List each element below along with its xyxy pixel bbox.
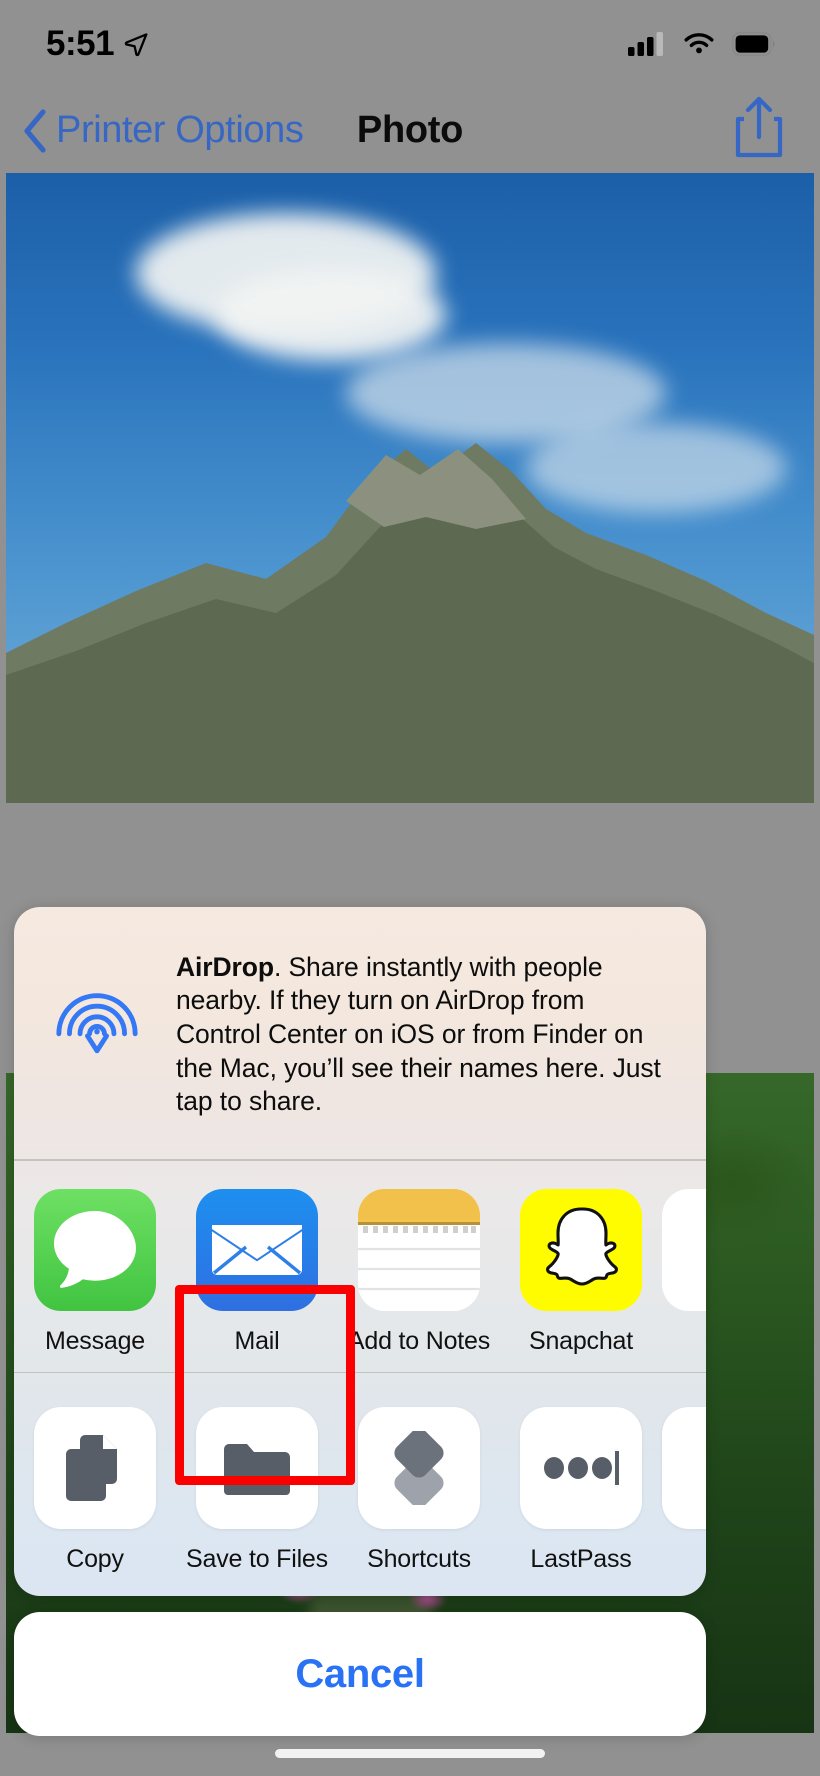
copy-icon	[58, 1431, 132, 1505]
share-target-label: Message	[45, 1327, 145, 1356]
share-target-mail[interactable]: Mail	[176, 1189, 338, 1356]
status-bar-right	[628, 31, 776, 57]
cellular-signal-icon	[628, 31, 666, 57]
wifi-icon	[682, 31, 716, 57]
status-bar-left: 5:51	[46, 24, 149, 64]
share-target-label: Snapchat	[529, 1327, 633, 1356]
snapchat-app-icon	[520, 1189, 642, 1311]
shortcuts-icon-container	[358, 1407, 480, 1529]
share-sheet-card: AirDrop. Share instantly with people nea…	[14, 907, 706, 1596]
action-copy[interactable]: Copy	[14, 1407, 176, 1574]
messages-app-icon	[34, 1189, 156, 1311]
airdrop-section[interactable]: AirDrop. Share instantly with people nea…	[14, 907, 706, 1159]
airdrop-icon	[44, 949, 150, 1055]
action-more[interactable]	[662, 1407, 706, 1545]
airdrop-title: AirDrop	[176, 952, 274, 982]
divider	[14, 1372, 706, 1374]
share-sheet: AirDrop. Share instantly with people nea…	[14, 907, 706, 1736]
share-target-snapchat[interactable]: Snapchat	[500, 1189, 662, 1356]
lastpass-icon	[541, 1443, 621, 1493]
location-arrow-icon	[123, 31, 149, 57]
action-save-to-files[interactable]: Save to Files	[176, 1407, 338, 1574]
share-target-more[interactable]	[662, 1189, 706, 1327]
mail-app-icon	[196, 1189, 318, 1311]
action-label: LastPass	[530, 1545, 631, 1574]
navigation-bar: Printer Options Photo	[0, 88, 820, 173]
share-target-message[interactable]: Message	[14, 1189, 176, 1356]
share-target-notes[interactable]: Add to Notes	[338, 1189, 500, 1356]
shortcuts-icon	[382, 1431, 456, 1505]
action-label: Shortcuts	[367, 1545, 471, 1574]
share-button[interactable]	[732, 95, 786, 166]
share-target-label: Add to Notes	[348, 1327, 490, 1356]
cancel-button[interactable]: Cancel	[14, 1612, 706, 1736]
action-label: Save to Files	[186, 1545, 328, 1574]
home-indicator	[275, 1749, 545, 1758]
status-bar: 5:51	[0, 0, 820, 88]
messages-bubble-glyph	[34, 1189, 156, 1311]
share-icon	[732, 95, 786, 161]
folder-icon	[220, 1435, 294, 1501]
partial-app-icon	[662, 1189, 706, 1311]
divider	[14, 1159, 706, 1161]
action-lastpass[interactable]: LastPass	[500, 1407, 662, 1574]
lastpass-icon-container	[520, 1407, 642, 1529]
partial-action-icon	[662, 1407, 706, 1529]
cancel-button-label: Cancel	[295, 1652, 424, 1697]
snapchat-ghost-glyph	[520, 1189, 642, 1311]
status-bar-clock: 5:51	[46, 24, 114, 64]
action-shortcuts[interactable]: Shortcuts	[338, 1407, 500, 1574]
notes-paper-glyph	[358, 1189, 480, 1311]
iphone-screen: 5:51	[0, 0, 820, 1776]
page-title: Photo	[0, 109, 820, 152]
copy-icon-container	[34, 1407, 156, 1529]
battery-full-icon	[732, 32, 776, 56]
mountain-ridge	[6, 323, 814, 803]
app-share-row[interactable]: Message Mail	[14, 1161, 706, 1372]
notes-app-icon	[358, 1189, 480, 1311]
action-label: Copy	[66, 1545, 124, 1574]
share-target-label: Mail	[234, 1327, 279, 1356]
action-row[interactable]: Copy Save to Files	[14, 1373, 706, 1596]
folder-icon-container	[196, 1407, 318, 1529]
airdrop-description: AirDrop. Share instantly with people nea…	[176, 943, 676, 1119]
mail-envelope-glyph	[196, 1189, 318, 1311]
